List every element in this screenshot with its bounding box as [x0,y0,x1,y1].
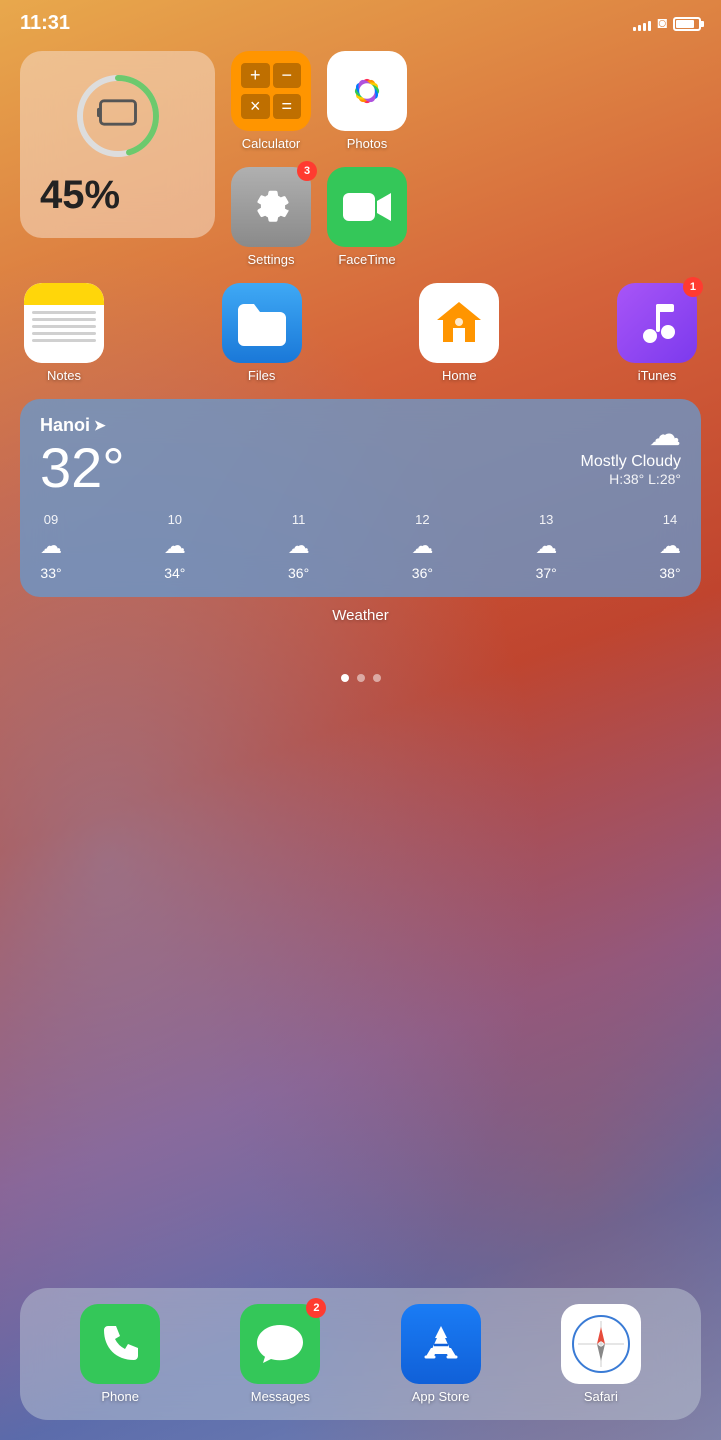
forecast-temp-11: 36° [288,565,309,581]
forecast-cloud-13: ☁ [535,533,557,559]
signal-bar-2 [638,25,641,31]
appstore-label: App Store [412,1389,470,1404]
forecast-hour-11: 11 [292,512,306,527]
weather-forecast: 09 ☁ 33° 10 ☁ 34° 11 ☁ 36° 12 ☁ 36° 13 ☁ [40,512,681,581]
itunes-label: iTunes [638,368,677,383]
messages-icon: 2 [240,1304,320,1384]
notes-icon [24,283,104,363]
signal-bar-3 [643,23,646,31]
forecast-11: 11 ☁ 36° [288,512,310,581]
facetime-label: FaceTime [338,252,395,267]
forecast-temp-12: 36° [412,565,433,581]
page-dot-2[interactable] [357,674,365,682]
weather-widget[interactable]: Hanoi ➤ 32° ☁ Mostly Cloudy H:38° L:28° … [20,399,701,597]
forecast-temp-14: 38° [659,565,680,581]
forecast-13: 13 ☁ 37° [535,512,557,581]
facetime-icon [327,167,407,247]
signal-bars-icon [633,17,651,31]
forecast-cloud-09: ☁ [40,533,62,559]
forecast-hour-14: 14 [663,512,677,527]
weather-widget-label: Weather [20,607,701,624]
forecast-14: 14 ☁ 38° [659,512,681,581]
app-home[interactable]: Home [419,283,499,383]
itunes-icon: 1 [617,283,697,363]
dock-app-phone[interactable]: Phone [80,1304,160,1404]
forecast-cloud-11: ☁ [288,533,310,559]
photos-label: Photos [347,136,387,151]
status-bar: 11:31 ◙ [0,0,721,41]
status-icons: ◙ [633,15,701,33]
forecast-temp-13: 37° [536,565,557,581]
calculator-label: Calculator [242,136,301,151]
battery-icon [673,17,701,31]
files-label: Files [248,368,275,383]
forecast-09: 09 ☁ 33° [40,512,62,581]
signal-bar-1 [633,27,636,31]
settings-badge: 3 [297,161,317,181]
forecast-hour-12: 12 [415,512,429,527]
weather-condition: Mostly Cloudy [581,453,681,471]
settings-icon: 3 [231,167,311,247]
app-itunes[interactable]: 1 iTunes [617,283,697,383]
calculator-icon: + − × = [231,51,311,131]
forecast-10: 10 ☁ 34° [164,512,186,581]
page-dots [20,674,701,682]
forecast-hour-13: 13 [539,512,553,527]
battery-ring [73,71,163,161]
forecast-cloud-12: ☁ [411,533,433,559]
app-row-2: Notes Files Home [20,283,701,383]
dock-app-messages[interactable]: 2 Messages [240,1304,320,1404]
forecast-cloud-14: ☁ [659,533,681,559]
notes-label: Notes [47,368,81,383]
weather-header: Hanoi ➤ 32° ☁ Mostly Cloudy H:38° L:28° [40,415,681,496]
weather-temperature: 32° [40,440,125,496]
dock: Phone 2 Messages [20,1288,701,1420]
safari-icon [561,1304,641,1384]
files-icon [222,283,302,363]
app-files[interactable]: Files [222,283,302,383]
page-dot-1[interactable] [341,674,349,682]
battery-percent: 45% [40,173,195,218]
signal-bar-4 [648,21,651,31]
page-dot-3[interactable] [373,674,381,682]
app-notes[interactable]: Notes [24,283,104,383]
app-calculator[interactable]: + − × = Calculator [231,51,311,151]
forecast-temp-09: 33° [40,565,61,581]
top-row: 45% + − × = Calculator [20,51,701,267]
home-label: Home [442,368,477,383]
batteries-widget[interactable]: 45% [20,51,215,238]
status-time: 11:31 [20,12,70,35]
app-facetime[interactable]: FaceTime [327,167,407,267]
messages-badge: 2 [306,1298,326,1318]
forecast-12: 12 ☁ 36° [411,512,433,581]
phone-label: Phone [101,1389,139,1404]
messages-label: Messages [251,1389,310,1404]
forecast-cloud-10: ☁ [164,533,186,559]
wifi-icon: ◙ [657,15,667,33]
dock-app-appstore[interactable]: App Store [401,1304,481,1404]
cloud-icon-large: ☁ [581,415,681,453]
appstore-icon [401,1304,481,1384]
forecast-hour-10: 10 [168,512,182,527]
location-arrow-icon: ➤ [94,417,106,434]
forecast-temp-10: 34° [164,565,185,581]
safari-label: Safari [584,1389,618,1404]
dock-app-safari[interactable]: Safari [561,1304,641,1404]
weather-city: Hanoi ➤ [40,415,125,436]
home-icon [419,283,499,363]
forecast-hour-09: 09 [44,512,58,527]
app-photos[interactable]: Photos [327,51,407,151]
itunes-badge: 1 [683,277,703,297]
settings-label: Settings [248,252,295,267]
app-settings[interactable]: 3 Settings [231,167,311,267]
battery-ring-inner-icon [104,91,132,142]
weather-high-low: H:38° L:28° [581,471,681,487]
home-screen: 45% + − × = Calculator [0,41,721,682]
battery-ring-container [40,71,195,161]
photos-icon [327,51,407,131]
phone-icon [80,1304,160,1384]
weather-description: ☁ Mostly Cloudy H:38° L:28° [581,415,681,487]
app-grid-right: + − × = Calculator [231,51,407,267]
